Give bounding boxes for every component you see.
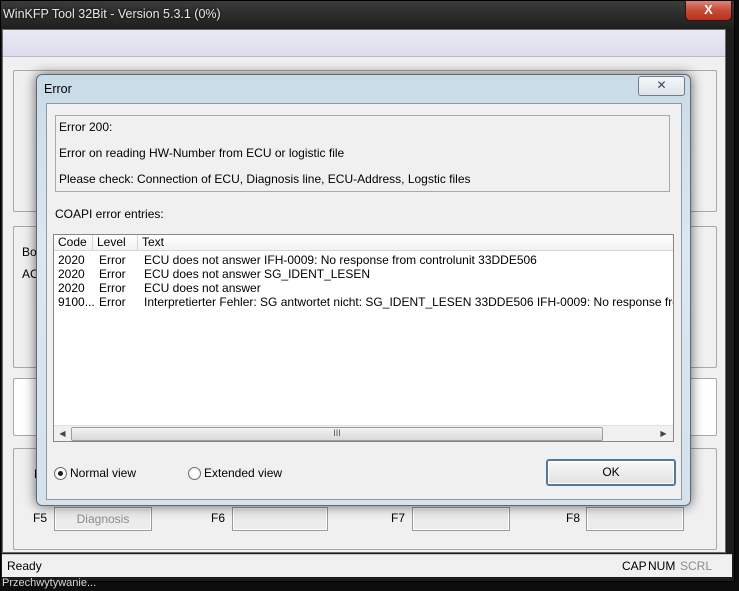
status-text: Ready (7, 559, 42, 573)
coapi-section-label: COAPI error entries: (55, 207, 164, 221)
cell-text: ECU does not answer IFH-0009: No respons… (144, 253, 537, 267)
f6-button[interactable] (232, 507, 328, 531)
error-message-box: Error 200: Error on reading HW-Number fr… (55, 115, 670, 192)
cell-text: ECU does not answer SG_IDENT_LESEN (144, 267, 371, 281)
table-row[interactable]: 2020 Error ECU does not answer IFH-0009:… (54, 253, 673, 267)
fkey-label-f7: F7 (391, 511, 406, 525)
cell-code: 2020 (58, 253, 85, 267)
cell-text: ECU does not answer (144, 281, 261, 295)
cell-code: 2020 (58, 267, 85, 281)
fkey-label-f6: F6 (211, 511, 226, 525)
column-header-text[interactable]: Text (138, 235, 673, 250)
error-dialog: Error ✕ Error 200: Error on reading HW-N… (36, 74, 691, 506)
cell-level: Error (99, 267, 126, 281)
radio-selected-icon[interactable] (54, 467, 67, 480)
taskbar-tooltip: Przechwytywanie... (2, 577, 97, 589)
normal-view-label: Normal view (70, 466, 137, 480)
scroll-thumb[interactable]: III (71, 427, 603, 441)
ok-button[interactable]: OK (547, 460, 675, 485)
cell-text: Interpretierter Fehler: SG antwortet nic… (144, 295, 673, 309)
column-header-code[interactable]: Code (54, 235, 93, 250)
cell-level: Error (99, 281, 126, 295)
diagnosis-button[interactable]: Diagnosis (54, 507, 152, 531)
main-close-button[interactable]: X (685, 1, 732, 21)
error-hint-line: Please check: Connection of ECU, Diagnos… (59, 172, 471, 186)
status-cap: CAP (622, 559, 647, 573)
status-bar: Ready CAP NUM SCRL (2, 554, 732, 577)
fkey-label-f5: F5 (33, 511, 48, 525)
status-scrl: SCRL (680, 559, 713, 573)
error-description-line: Error on reading HW-Number from ECU or l… (59, 146, 345, 160)
f8-button[interactable] (586, 507, 684, 531)
dialog-client: Error 200: Error on reading HW-Number fr… (46, 103, 682, 500)
main-window-title: WinKFP Tool 32Bit - Version 5.3.1 (0%) (3, 7, 221, 21)
cell-code: 9100... (58, 295, 95, 309)
dialog-title: Error (44, 82, 72, 96)
cell-level: Error (99, 295, 126, 309)
cell-code: 2020 (58, 281, 85, 295)
dialog-close-button[interactable]: ✕ (638, 76, 685, 96)
column-header-level[interactable]: Level (93, 235, 138, 250)
table-row[interactable]: 9100... Error Interpretierter Fehler: SG… (54, 295, 673, 309)
f7-button[interactable] (412, 507, 510, 531)
bg-label-bo: Bo (22, 245, 37, 259)
list-header: Code Level Text (54, 235, 673, 251)
fkey-label-f8: F8 (566, 511, 581, 525)
table-row[interactable]: 2020 Error ECU does not answer (54, 281, 673, 295)
radio-unselected-icon[interactable] (188, 467, 201, 480)
cell-level: Error (99, 253, 126, 267)
horizontal-scrollbar[interactable]: ◀ III ▶ (54, 425, 673, 441)
extended-view-label: Extended view (204, 466, 283, 480)
menu-bar (3, 30, 725, 57)
scroll-left-icon[interactable]: ◀ (54, 426, 71, 441)
status-num: NUM (648, 559, 676, 573)
coapi-error-list[interactable]: Code Level Text 2020 Error ECU does not … (53, 234, 674, 442)
error-code-line: Error 200: (59, 120, 113, 134)
scroll-right-icon[interactable]: ▶ (655, 426, 672, 441)
table-row[interactable]: 2020 Error ECU does not answer SG_IDENT_… (54, 267, 673, 281)
